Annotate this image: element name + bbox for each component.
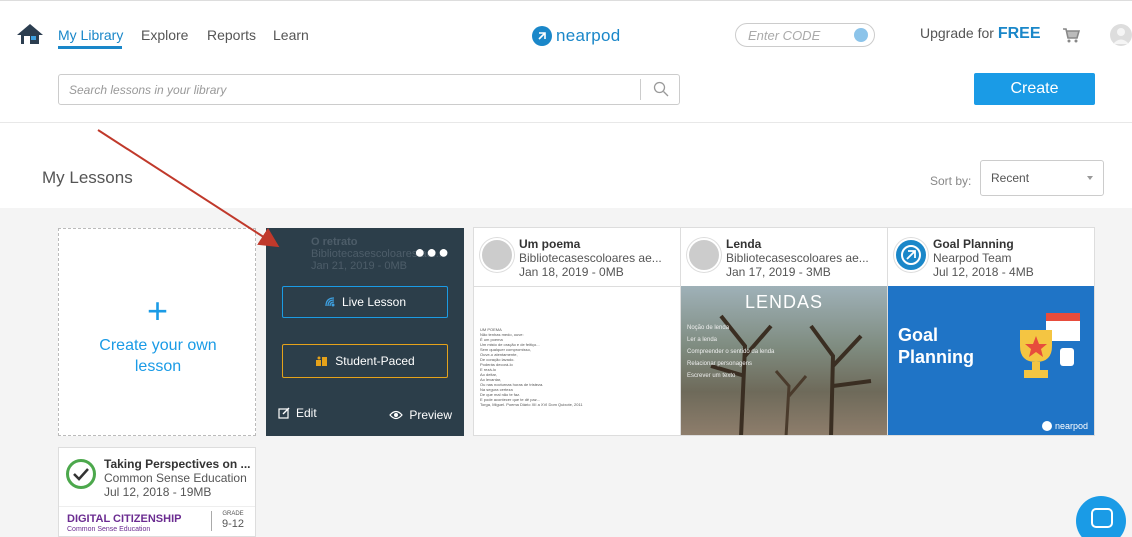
live-lesson-label: Live Lesson <box>341 295 407 309</box>
lenda-bullet: Relacionar personagens <box>687 361 753 367</box>
nav-explore[interactable]: Explore <box>141 27 188 43</box>
edit-label: Edit <box>296 406 317 420</box>
edit-icon <box>278 407 290 419</box>
more-options-icon[interactable]: ●●● <box>414 242 450 263</box>
lesson-title: Lenda <box>726 237 762 251</box>
dc-grade-label: GRADE <box>222 511 244 517</box>
lenda-thumb-bullets: Noção de lenda Ler a lenda Compreender o… <box>687 322 774 382</box>
lesson-card[interactable]: Goal Planning Nearpod Team Jul 12, 2018 … <box>887 227 1095 436</box>
nav-my-library[interactable]: My Library <box>58 27 123 43</box>
lesson-card[interactable]: Um poema Bibliotecasescoloares ae... Jan… <box>473 227 681 436</box>
upgrade-prefix: Upgrade for <box>920 25 994 41</box>
sort-value: Recent <box>991 171 1030 185</box>
enter-code-field[interactable]: Enter CODE <box>735 23 875 47</box>
lesson-thumbnail: Goal Planning nearpod <box>888 286 1094 435</box>
student-paced-label: Student-Paced <box>335 354 415 368</box>
library-search[interactable] <box>58 74 680 105</box>
dc-title: DIGITAL CITIZENSHIP <box>67 513 182 525</box>
student-paced-button[interactable]: Student-Paced <box>282 344 448 378</box>
page-title: My Lessons <box>42 168 133 187</box>
common-sense-avatar <box>66 459 96 489</box>
sort-dropdown[interactable]: Recent <box>980 160 1104 196</box>
goal-brand-text: nearpod <box>1054 421 1088 431</box>
dc-sub: Common Sense Education <box>67 526 151 533</box>
header-divider <box>0 122 1132 123</box>
lesson-author: Nearpod Team <box>933 251 1012 265</box>
create-lesson-label: Create your own lesson <box>99 337 217 375</box>
enter-code-placeholder: Enter CODE <box>748 28 821 43</box>
lesson-card-hover[interactable]: O retrato Bibliotecasescoloares ae... Ja… <box>266 228 464 436</box>
lesson-meta: Jan 18, 2019 - 0MB <box>519 265 624 279</box>
lenda-bullet: Escrever um texto <box>687 373 736 379</box>
dc-grade-value: 9-12 <box>221 518 245 530</box>
nearpod-logo-icon <box>532 26 552 46</box>
nearpod-mini-icon <box>1041 421 1052 431</box>
trophy-icon <box>1020 313 1080 378</box>
upgrade-link[interactable]: Upgrade for FREE <box>920 25 1041 43</box>
lesson-card-header: Goal Planning Nearpod Team Jul 12, 2018 … <box>888 228 1094 286</box>
lesson-author: Common Sense Education <box>104 471 247 485</box>
chevron-down-icon <box>1087 176 1093 180</box>
digital-citizenship-banner: DIGITAL CITIZENSHIP Common Sense Educati… <box>59 506 255 536</box>
nav-reports[interactable]: Reports <box>207 27 256 43</box>
lenda-bullet: Compreender o sentido da lenda <box>687 349 775 355</box>
search-divider <box>640 79 641 100</box>
author-avatar <box>480 238 514 272</box>
lesson-card[interactable]: Taking Perspectives on ... Common Sense … <box>58 447 256 537</box>
poem-line: Torga, Miguel. Poema Diário XII a XVI Do… <box>480 402 583 407</box>
lesson-title: Um poema <box>519 237 581 251</box>
lenda-bullet: Noção de lenda <box>687 325 730 331</box>
lenda-thumb-title: LENDAS <box>744 292 824 312</box>
nearpod-team-avatar <box>894 238 928 272</box>
cart-icon[interactable] <box>1062 26 1080 44</box>
chat-support-button[interactable] <box>1076 496 1126 537</box>
live-lesson-button[interactable]: Live Lesson <box>282 286 448 318</box>
home-icon[interactable] <box>16 23 44 45</box>
sort-label: Sort by: <box>930 174 972 188</box>
lenda-bullet: Ler a lenda <box>687 337 718 343</box>
live-signal-icon <box>325 297 335 307</box>
dc-divider <box>211 511 212 531</box>
eye-icon <box>389 410 404 420</box>
top-nav: My Library Explore Reports Learn nearpod… <box>0 0 1132 58</box>
lesson-card-header: Lenda Bibliotecasescoloares ae... Jan 17… <box>681 228 887 286</box>
code-go-icon[interactable] <box>854 28 868 42</box>
poem-document: UM POEMA Não tenhas medo, ouve: É um poe… <box>474 287 680 407</box>
author-avatar <box>687 238 721 272</box>
nav-learn[interactable]: Learn <box>273 27 309 43</box>
search-icon[interactable] <box>653 81 669 97</box>
lesson-meta: Jul 12, 2018 - 19MB <box>104 485 212 499</box>
goal-thumb-title: Goal Planning <box>898 325 974 367</box>
nav-active-underline <box>58 46 122 49</box>
nearpod-logo-text: nearpod <box>556 26 621 45</box>
create-lesson-card[interactable]: + Create your own lesson <box>58 228 256 436</box>
lesson-author: Bibliotecasescoloares ae... <box>519 251 662 265</box>
nearpod-logo[interactable]: nearpod <box>532 25 621 47</box>
user-avatar[interactable] <box>1110 24 1132 46</box>
lesson-meta: Jan 17, 2019 - 3MB <box>726 265 831 279</box>
lesson-title: Goal Planning <box>933 237 1014 251</box>
create-button[interactable]: Create <box>974 73 1095 105</box>
lesson-thumbnail: UM POEMA Não tenhas medo, ouve: É um poe… <box>474 286 680 435</box>
lesson-meta: Jul 12, 2018 - 4MB <box>933 265 1034 279</box>
preview-label: Preview <box>409 408 452 422</box>
preview-button[interactable]: Preview <box>389 408 452 422</box>
search-input[interactable] <box>59 75 639 104</box>
lesson-card-header: Um poema Bibliotecasescoloares ae... Jan… <box>474 228 680 286</box>
lesson-title: Taking Perspectives on ... <box>104 457 251 471</box>
edit-button[interactable]: Edit <box>278 406 317 420</box>
chat-icon <box>1091 508 1113 528</box>
upgrade-free: FREE <box>997 25 1041 42</box>
goal-thumb-brand: nearpod <box>1041 421 1088 431</box>
lesson-thumbnail: LENDAS Noção de lenda Ler a lenda Compre… <box>681 286 887 435</box>
lesson-card[interactable]: Lenda Bibliotecasescoloares ae... Jan 17… <box>680 227 888 436</box>
lesson-author: Bibliotecasescoloares ae... <box>726 251 869 265</box>
student-paced-icon <box>316 356 328 366</box>
plus-icon: + <box>147 290 169 331</box>
